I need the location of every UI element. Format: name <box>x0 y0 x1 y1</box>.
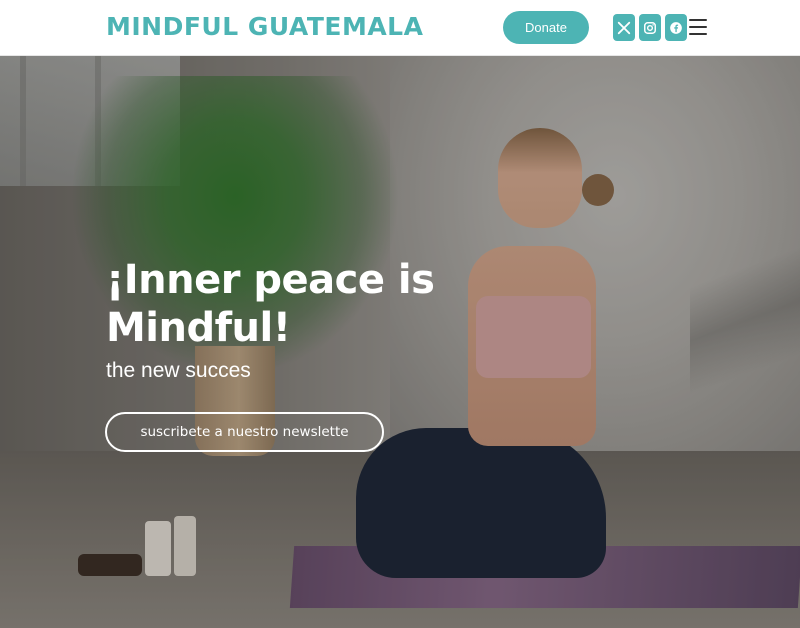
donate-button[interactable]: Donate <box>503 11 589 44</box>
facebook-social-link[interactable] <box>665 14 687 41</box>
x-icon <box>617 21 631 34</box>
hero-section: ¡Inner peace is Mindful! the new succes … <box>0 56 800 628</box>
hero-title: ¡Inner peace is Mindful! <box>106 257 435 351</box>
instagram-icon <box>644 21 656 34</box>
facebook-icon <box>670 21 682 34</box>
newsletter-subscribe-button[interactable]: suscribete a nuestro newslette <box>105 412 384 452</box>
hero-subtitle: the new succes <box>106 359 251 382</box>
site-header: MINDFUL GUATEMALA Donate <box>0 0 800 56</box>
hamburger-menu-icon[interactable] <box>689 18 707 36</box>
instagram-social-link[interactable] <box>639 14 661 41</box>
x-social-link[interactable] <box>613 14 635 41</box>
site-logo[interactable]: MINDFUL GUATEMALA <box>106 12 423 41</box>
